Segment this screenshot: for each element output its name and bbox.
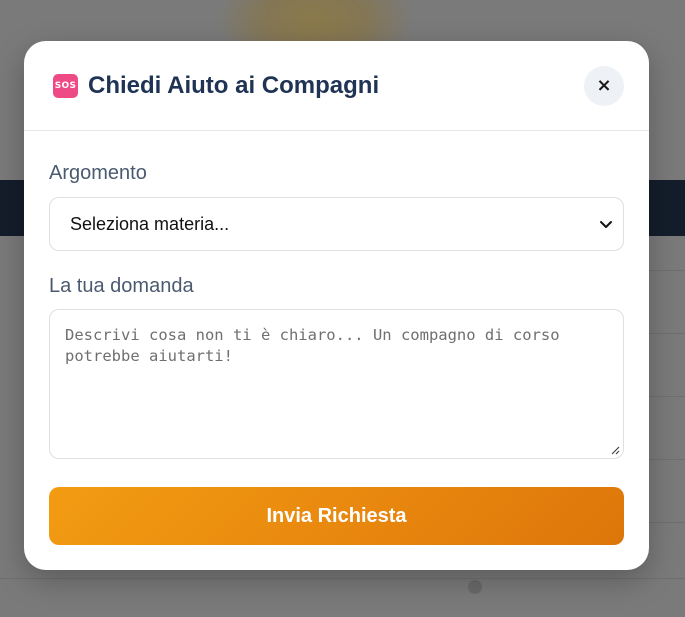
background-divider xyxy=(0,578,685,579)
chevron-down-icon xyxy=(600,221,612,228)
question-placeholder: Descrivi cosa non ti è chiaro... Un comp… xyxy=(65,326,569,365)
resize-handle-icon[interactable] xyxy=(611,446,620,455)
modal-header: SOS Chiedi Aiuto ai Compagni × xyxy=(24,41,649,131)
subject-select-value: Seleziona materia... xyxy=(70,214,230,234)
topic-label: Argomento xyxy=(49,162,147,184)
question-textarea[interactable]: Descrivi cosa non ti è chiaro... Un comp… xyxy=(49,309,624,459)
close-icon: × xyxy=(596,75,612,96)
modal-title: Chiedi Aiuto ai Compagni xyxy=(88,72,380,99)
background-icon xyxy=(468,580,482,594)
sos-icon: SOS xyxy=(53,74,78,98)
question-label: La tua domanda xyxy=(49,275,194,297)
subject-select[interactable]: Seleziona materia... xyxy=(49,197,624,251)
help-request-modal: SOS Chiedi Aiuto ai Compagni × Argomento… xyxy=(24,41,649,570)
submit-request-button[interactable]: Invia Richiesta xyxy=(49,487,624,545)
close-button[interactable]: × xyxy=(584,66,624,106)
